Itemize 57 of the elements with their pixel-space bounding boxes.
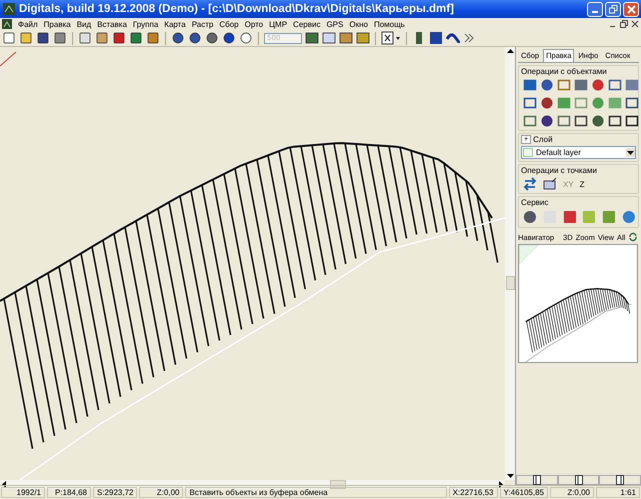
refresh-icon[interactable] (628, 232, 638, 242)
frame-dropdown-icon[interactable] (381, 31, 401, 45)
status-cell: P:184,68 (47, 487, 91, 498)
panel-layout-icon (615, 475, 626, 485)
scroll-down-icon[interactable] (506, 471, 514, 480)
dropdown-arrow-icon (626, 148, 635, 157)
menu-item[interactable]: Файл (18, 20, 38, 28)
guide-line (0, 52, 16, 66)
navigator-preview[interactable] (518, 244, 638, 363)
scroll-right-icon[interactable] (496, 480, 505, 489)
menu-item[interactable]: Сервис (293, 20, 320, 28)
layer-dropdown[interactable]: Default layer (521, 146, 636, 159)
status-cell: Y:46105,85 (500, 487, 548, 498)
scroll-thumb[interactable] (506, 276, 514, 290)
close-icon[interactable] (631, 20, 639, 28)
menu-item[interactable]: Растр (192, 20, 214, 28)
minimize-button[interactable] (587, 2, 603, 16)
menu-item[interactable]: Орто (244, 20, 264, 28)
status-cell: X:22716,53 (448, 487, 498, 498)
panel-layout-icon (532, 475, 542, 485)
group-title: Сервис (521, 198, 550, 207)
menu-item[interactable]: Группа (132, 20, 158, 28)
point-button[interactable]: Z (580, 180, 585, 188)
menu-item[interactable]: GPS (326, 20, 344, 28)
status-cell: 1:61 (596, 487, 640, 498)
panel-button[interactable] (516, 475, 558, 485)
menu-item[interactable]: ЦМР (269, 20, 288, 28)
scroll-up-icon[interactable] (506, 47, 514, 56)
window-title: Digitals, build 19.12.2008 (Demo) - [c:\D\Download\Dkrav\Digitals\Карьеры.dmf] (19, 3, 455, 15)
status-cell: S:2923,72 (93, 487, 138, 498)
group-title: Слой (533, 135, 553, 144)
group-title: Операции с объектами (521, 67, 608, 76)
status-cell: Z:0,00 (550, 487, 594, 498)
panel-button[interactable] (599, 475, 641, 485)
vertical-scrollbar[interactable] (505, 47, 515, 480)
close-button[interactable] (623, 2, 639, 16)
scroll-left-icon[interactable] (0, 480, 9, 489)
restore-button[interactable] (605, 2, 621, 16)
grid-edit-icon[interactable] (543, 177, 557, 191)
curve-icon[interactable] (446, 31, 460, 45)
menu-item[interactable]: Правка (44, 20, 71, 28)
group-title: Операции с точками (521, 166, 598, 175)
close-icon (626, 4, 636, 14)
panel-button[interactable] (558, 475, 600, 485)
menu-item[interactable]: Карта (164, 20, 186, 28)
minimize-icon (592, 10, 598, 12)
status-message: Вставить объекты из буфера обмена (185, 487, 447, 498)
status-cell: Z:0,00 (139, 487, 184, 498)
status-cell: 1992/1 (1, 487, 45, 498)
panel-layout-icon (574, 475, 584, 485)
menu-item[interactable]: Вставка (97, 20, 127, 28)
menu-item[interactable]: Сбор (219, 20, 239, 28)
menu-item[interactable]: Помощь (374, 20, 405, 28)
document-icon[interactable] (2, 19, 12, 29)
menu-item[interactable]: Окно (349, 20, 368, 28)
menu-item[interactable]: Вид (76, 20, 92, 28)
app-icon (2, 2, 16, 16)
